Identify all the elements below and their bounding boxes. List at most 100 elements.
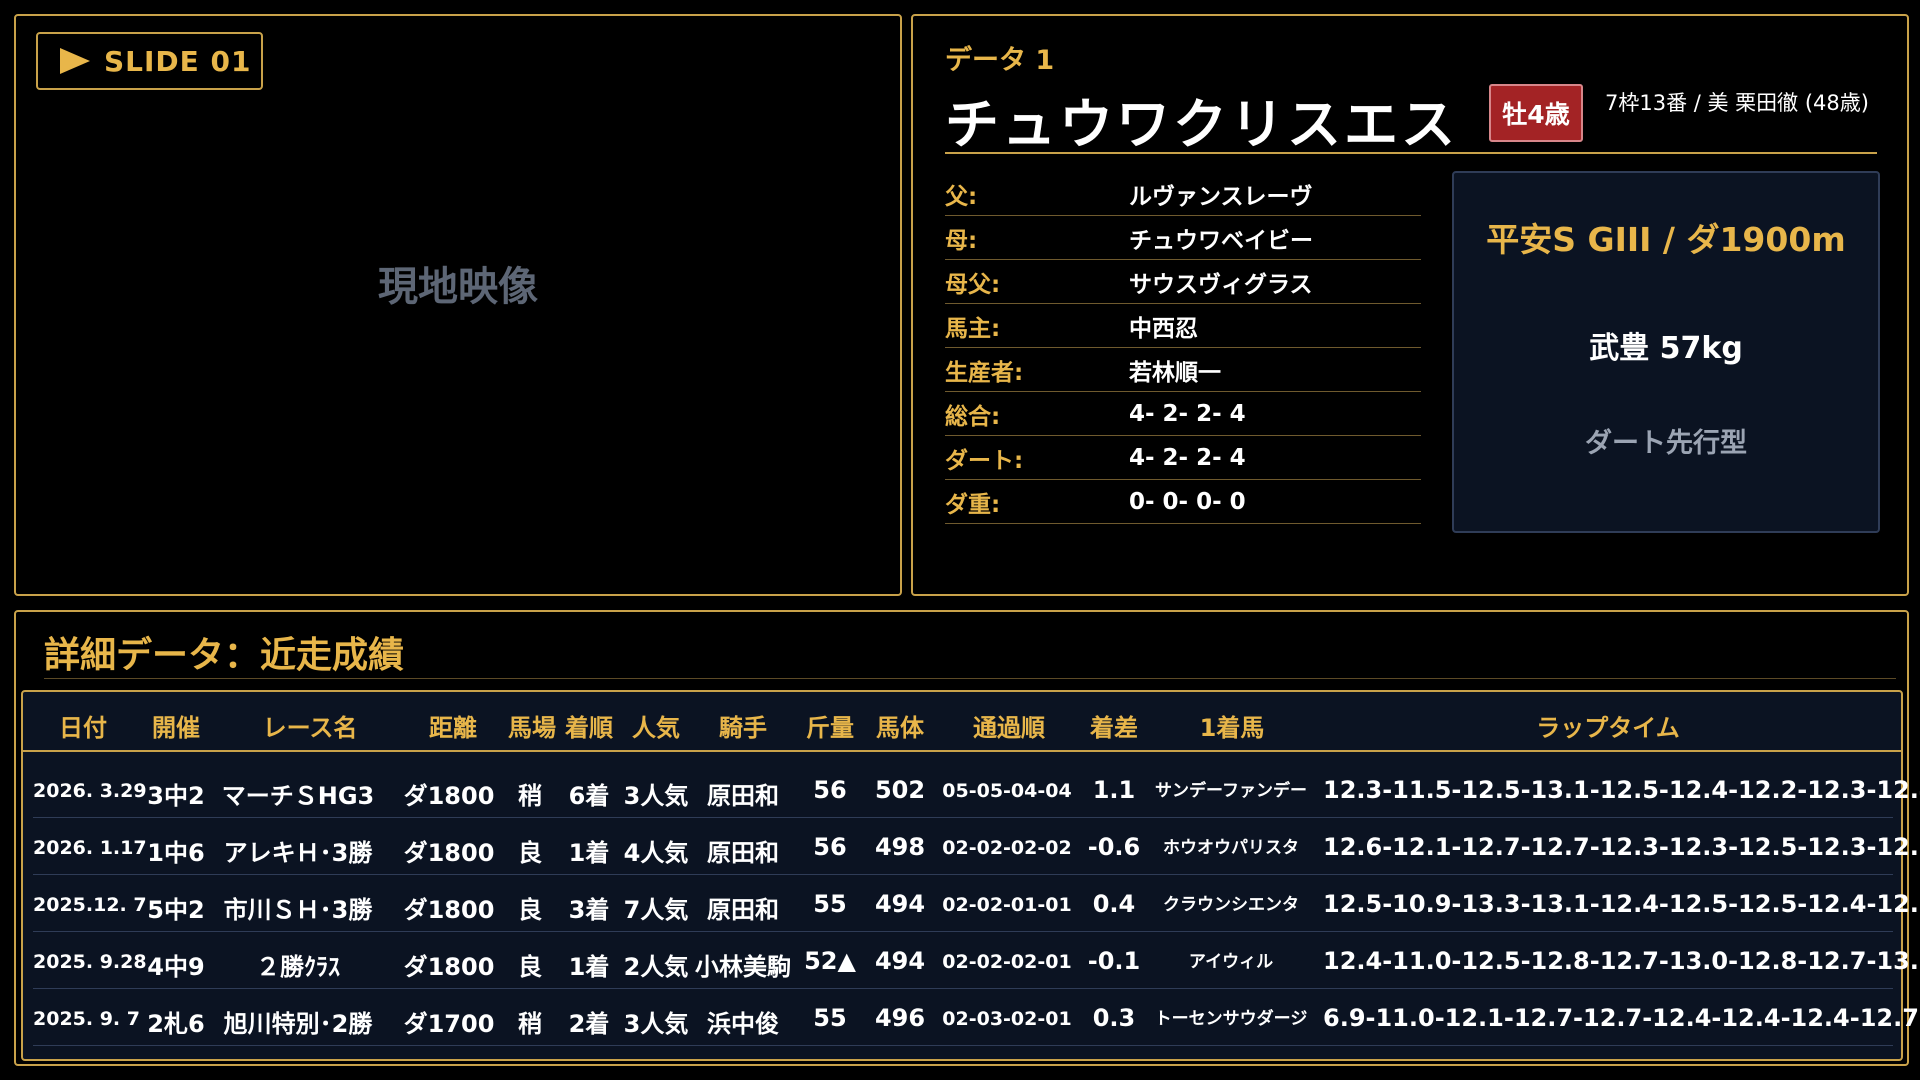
profile-key: 馬主: [945,315,1001,342]
cell-weight: 55 [813,1004,847,1032]
cell-date: 2026. 3.29 [33,780,147,802]
cell-date: 2026. 1.17 [33,837,147,859]
profile-value: サウスヴィグラス [1129,271,1313,298]
header-distance: 距離 [429,714,477,742]
race-card: 平安S GIII / ダ1900m 武豊 57kg ダート先行型 [1452,171,1880,533]
cell-finish: 1着 [568,839,610,867]
profile-row-owner: 馬主: 中西忍 [945,304,1421,348]
cell-race: 旭川特別･2勝 [223,1010,373,1038]
profile-key: 総合: [945,403,1001,430]
cell-finish: 1着 [568,953,610,981]
cell-finish: 2着 [568,1010,610,1038]
cell-passing: 02-02-02-02 [942,837,1072,859]
profile-key: 生産者: [945,359,1024,386]
race-title: 平安S GIII / ダ1900m [1486,220,1846,259]
cell-distance: ダ1800 [403,839,495,867]
profile-row-sire: 父: ルヴァンスレーヴ [945,172,1421,216]
cell-popularity: 3人気 [623,1010,689,1038]
cell-winner: サンデーファンデー [1155,781,1307,801]
header-venue: 開催 [152,714,200,742]
cell-race: マーチＳHG3 [221,782,375,810]
cell-margin: -0.6 [1087,833,1141,861]
profile-row-breeder: 生産者: 若林順一 [945,348,1421,392]
table-row[interactable]: 2025. 9. 7 2札6 旭川特別･2勝 ダ1700 稍 2着 3人気 浜中… [33,990,1919,1046]
cell-venue: 3中2 [147,782,205,810]
data-label: データ 1 [945,45,1055,76]
header-date: 日付 [59,714,107,742]
profile-value: 4- 2- 2- 4 [1129,444,1246,471]
cell-laps: 12.4-11.0-12.5-12.8-12.7-13.0-12.8-12.7-… [1323,947,1920,975]
cell-track: 良 [518,839,542,867]
cell-laps: 6.9-11.0-12.1-12.7-12.7-12.4-12.4-12.4-1… [1323,1004,1919,1032]
cell-track: 稍 [518,782,542,810]
cell-winner: クラウンシエンタ [1163,895,1299,915]
table-row[interactable]: 2026. 1.17 1中6 アレキＨ･3勝 ダ1800 良 1着 4人気 原田… [33,819,1920,875]
slide-label: SLIDE 01 [104,44,252,78]
cell-race: アレキＨ･3勝 [223,839,373,867]
cell-margin: -0.1 [1087,947,1141,975]
detail-divider [44,678,1896,679]
cell-body: 502 [874,776,926,804]
table-row[interactable]: 2025.12. 7 5中2 市川ＳＨ･3勝 ダ1800 良 3着 7人気 原田… [33,876,1920,932]
name-divider [945,152,1877,154]
cell-margin: 0.3 [1092,1004,1136,1032]
cell-laps: 12.3-11.5-12.5-13.1-12.5-12.4-12.2-12.3-… [1323,776,1920,804]
cell-body: 494 [874,947,926,975]
profile-key: 母父: [945,271,1001,298]
profile-row-dirt: ダート: 4- 2- 2- 4 [945,436,1421,480]
cell-finish: 3着 [568,896,610,924]
table-row[interactable]: 2025. 9.28 4中9 ２勝ｸﾗｽ ダ1800 良 1着 2人気 小林美駒… [33,933,1920,989]
cell-margin: 0.4 [1092,890,1136,918]
header-jockey: 騎手 [719,714,767,742]
cell-passing: 02-03-02-01 [942,1008,1072,1030]
cell-date: 2025.12. 7 [33,894,147,916]
cell-popularity: 7人気 [623,896,689,924]
cell-laps: 12.6-12.1-12.7-12.7-12.3-12.3-12.5-12.3-… [1323,833,1920,861]
cell-venue: 5中2 [147,896,205,924]
profile-value: 中西忍 [1129,315,1198,342]
cell-popularity: 2人気 [623,953,689,981]
cell-body: 498 [874,833,926,861]
profile-row-dirt-heavy: ダ重: 0- 0- 0- 0 [945,480,1421,524]
jockey-weight: 武豊 57kg [1589,331,1743,366]
trainer-info: 7枠13番 / 美 栗田徹 (48歳) [1605,91,1869,115]
cell-jockey: 原田和 [707,896,779,924]
header-track: 馬場 [508,714,556,742]
cell-weight: 52▲ [804,947,856,975]
cell-laps: 12.5-10.9-13.3-13.1-12.4-12.5-12.5-12.4-… [1323,890,1920,918]
cell-track: 良 [518,953,542,981]
slide-badge[interactable]: SLIDE 01 [36,32,263,90]
profile-value: 若林順一 [1129,359,1221,386]
profile-value: 4- 2- 2- 4 [1129,400,1246,427]
cell-popularity: 3人気 [623,782,689,810]
table-row[interactable]: 2026. 3.29 3中2 マーチＳHG3 ダ1800 稍 6着 3人気 原田… [33,762,1920,818]
header-laps: ラップタイム [1536,714,1680,742]
cell-winner: トーセンサウダージ [1154,1009,1308,1029]
cell-popularity: 4人気 [623,839,689,867]
cell-distance: ダ1800 [403,782,495,810]
cell-track: 稍 [518,1010,542,1038]
cell-jockey: 小林美駒 [695,953,791,981]
cell-margin: 1.1 [1092,776,1136,804]
cell-passing: 02-02-02-01 [942,951,1072,973]
sex-age-badge: 牡4歳 [1489,84,1583,142]
header-body: 馬体 [876,714,924,742]
header-winner: 1着馬 [1199,714,1265,742]
video-placeholder: 現地映像 [378,264,538,310]
video-panel: SLIDE 01 現地映像 [14,14,902,596]
profile-value: チュウワベイビー [1129,227,1313,254]
cell-track: 良 [518,896,542,924]
header-weight: 斤量 [806,714,854,742]
cell-weight: 56 [813,833,847,861]
horse-info-panel: データ 1 チュウワクリスエス 牡4歳 7枠13番 / 美 栗田徹 (48歳) … [911,14,1909,596]
cell-finish: 6着 [568,782,610,810]
cell-venue: 4中9 [147,953,205,981]
cell-jockey: 原田和 [707,782,779,810]
detail-panel: 詳細データ：近走成績 日付 開催 レース名 距離 馬場 着順 人気 騎手 斤量 … [14,610,1920,1066]
cell-passing: 05-05-04-04 [942,780,1072,802]
cell-passing: 02-02-01-01 [942,894,1072,916]
profile-value: ルヴァンスレーヴ [1129,183,1313,210]
cell-winner: ホウオウパリスタ [1163,838,1299,858]
profile-key: 父: [945,183,978,210]
profile-key: 母: [945,227,978,254]
